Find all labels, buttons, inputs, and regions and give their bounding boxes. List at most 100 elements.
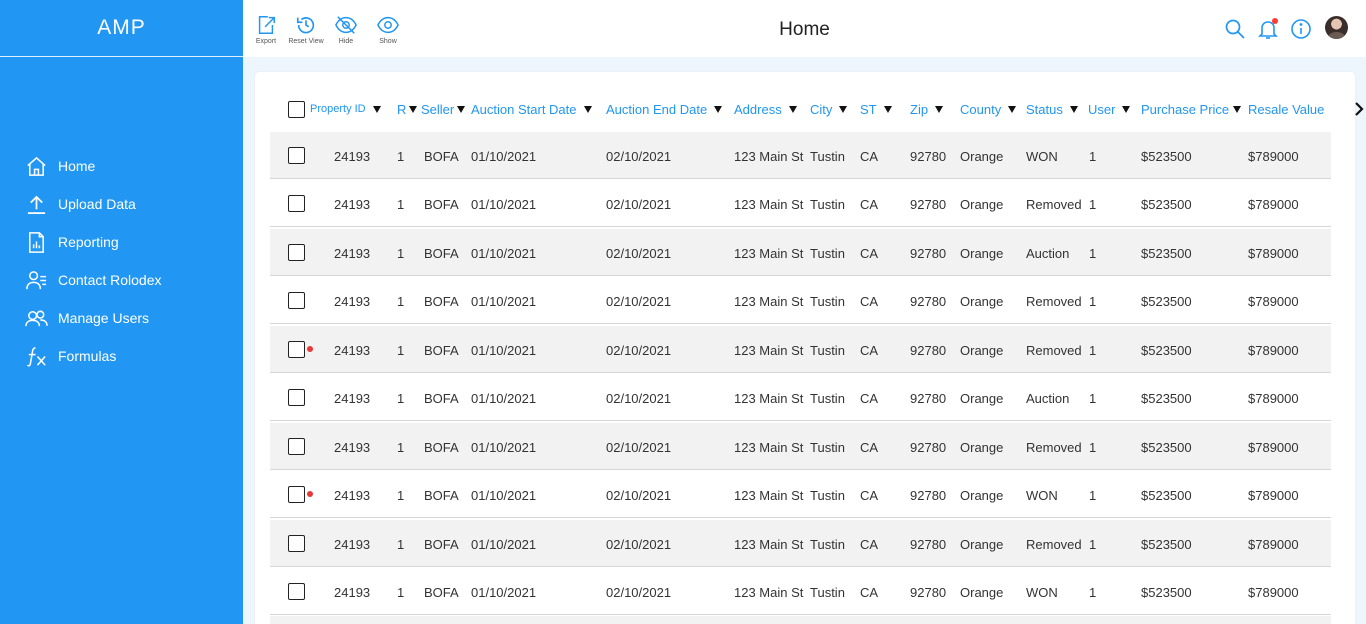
search-icon bbox=[1225, 19, 1245, 39]
export-button[interactable]: Export bbox=[251, 14, 281, 45]
flag-dot bbox=[307, 491, 313, 497]
hide-button[interactable]: Hide bbox=[331, 14, 361, 45]
sort-caret-icon bbox=[883, 105, 892, 113]
table-cell: Orange bbox=[960, 343, 1004, 358]
table-cell: Auction bbox=[1026, 391, 1070, 406]
table-cell: BOFA bbox=[424, 246, 459, 261]
scroll-right-arrow-icon[interactable] bbox=[1353, 101, 1365, 117]
row-checkbox[interactable] bbox=[288, 195, 305, 212]
table-row[interactable]: 24193 1 BOFA 01/10/2021 02/10/2021 123 Main S… bbox=[270, 180, 1331, 227]
table-cell: Orange bbox=[960, 149, 1004, 164]
table-cell: 1 bbox=[1089, 149, 1097, 164]
table-row[interactable]: 24193 1 BOFA 01/10/2021 02/10/2021 123 Main S… bbox=[270, 471, 1331, 518]
sidebar-item-formulas[interactable]: Formulas bbox=[0, 337, 243, 375]
sidebar-item-contact-rolodex[interactable]: Contact Rolodex bbox=[0, 261, 243, 299]
sidebar-item-label: Formulas bbox=[58, 348, 117, 364]
search-button[interactable] bbox=[1223, 17, 1247, 41]
reset-view-button[interactable]: Reset View bbox=[288, 14, 324, 45]
row-checkbox[interactable] bbox=[288, 292, 305, 309]
column-header[interactable]: City bbox=[810, 97, 848, 121]
sidebar-item-manage-users[interactable]: Manage Users bbox=[0, 299, 243, 337]
column-header[interactable]: Purchase Price bbox=[1141, 97, 1242, 121]
avatar[interactable] bbox=[1325, 16, 1348, 39]
table-cell: $789000 bbox=[1248, 585, 1299, 600]
table-cell: BOFA bbox=[424, 391, 459, 406]
column-header[interactable]: User bbox=[1088, 97, 1131, 121]
table-cell: 1 bbox=[1089, 294, 1097, 309]
table-row[interactable]: 24193 1 BOFA 01/10/2021 02/10/2021 123 Main S… bbox=[270, 326, 1331, 373]
table-row[interactable]: 24193 1 BOFA 01/10/2021 02/10/2021 123 Main S… bbox=[270, 520, 1331, 567]
column-header[interactable]: County bbox=[960, 97, 1017, 121]
row-checkbox[interactable] bbox=[288, 486, 305, 503]
table-cell: BOFA bbox=[424, 488, 459, 503]
column-header[interactable]: Resale Value bbox=[1248, 97, 1324, 121]
row-checkbox[interactable] bbox=[288, 389, 305, 406]
column-header[interactable]: Address bbox=[734, 97, 797, 121]
table-cell: 02/10/2021 bbox=[606, 488, 672, 503]
table-cell: CA bbox=[860, 149, 879, 164]
table-cell: 24193 bbox=[334, 537, 371, 552]
row-checkbox[interactable] bbox=[288, 535, 305, 552]
table-cell: 02/10/2021 bbox=[606, 246, 672, 261]
notification-badge bbox=[1272, 18, 1278, 24]
show-button[interactable]: Show bbox=[373, 14, 403, 45]
column-header[interactable]: Auction Start Date bbox=[471, 97, 592, 121]
table-cell: $523500 bbox=[1141, 246, 1192, 261]
table-cell: BOFA bbox=[424, 149, 459, 164]
table-row[interactable]: 24193 1 BOFA 01/10/2021 02/10/2021 123 Main S… bbox=[270, 374, 1331, 421]
row-checkbox[interactable] bbox=[288, 341, 305, 358]
column-header[interactable]: Zip bbox=[910, 97, 944, 121]
column-header[interactable]: Auction End Date bbox=[606, 97, 723, 121]
table-cell: 123 Main St bbox=[734, 246, 804, 261]
eye-off-icon bbox=[335, 16, 357, 34]
column-header[interactable]: Seller bbox=[421, 97, 466, 121]
table-cell: CA bbox=[860, 197, 879, 212]
select-all-checkbox[interactable] bbox=[288, 97, 305, 121]
notifications-button[interactable] bbox=[1256, 17, 1280, 41]
row-checkbox[interactable] bbox=[288, 438, 305, 455]
home-icon bbox=[25, 155, 48, 178]
table-row[interactable]: 24193 1 BOFA 01/10/2021 02/10/2021 123 Main S… bbox=[270, 423, 1331, 470]
sidebar-item-upload-data[interactable]: Upload Data bbox=[0, 185, 243, 223]
sidebar-item-reporting[interactable]: Reporting bbox=[0, 223, 243, 261]
table-cell: Tustin bbox=[810, 391, 845, 406]
table-cell: Orange bbox=[960, 488, 1004, 503]
column-header[interactable]: ST bbox=[860, 97, 892, 121]
table-cell: 02/10/2021 bbox=[606, 294, 672, 309]
table-cell: 02/10/2021 bbox=[606, 537, 672, 552]
table-row[interactable]: 24193 1 BOFA 01/10/2021 02/10/2021 123 Main S… bbox=[270, 568, 1331, 615]
table-cell: 123 Main St bbox=[734, 585, 804, 600]
table-row[interactable]: 24193 1 BOFA 01/10/2021 02/10/2021 123 Main S… bbox=[270, 277, 1331, 324]
table-cell: Orange bbox=[960, 391, 1004, 406]
row-checkbox[interactable] bbox=[288, 583, 305, 600]
table-cell: Auction bbox=[1026, 246, 1070, 261]
table-cell: $523500 bbox=[1141, 537, 1192, 552]
table-cell: 24193 bbox=[334, 197, 371, 212]
sidebar-item-label: Upload Data bbox=[58, 196, 136, 212]
table-cell: Tustin bbox=[810, 440, 845, 455]
table-cell: CA bbox=[860, 246, 879, 261]
brand-logo[interactable]: AMP bbox=[0, 0, 243, 57]
sort-caret-icon bbox=[1122, 105, 1131, 113]
table-cell: $523500 bbox=[1141, 197, 1192, 212]
sidebar-item-label: Manage Users bbox=[58, 310, 150, 326]
table-cell: 01/10/2021 bbox=[471, 440, 537, 455]
column-header[interactable]: Property ID bbox=[310, 97, 381, 121]
info-button[interactable] bbox=[1289, 17, 1313, 41]
table-cell: $523500 bbox=[1141, 343, 1192, 358]
sort-caret-icon bbox=[372, 105, 381, 113]
table-cell: Orange bbox=[960, 537, 1004, 552]
table-cell: 1 bbox=[1089, 197, 1097, 212]
table-cell: WON bbox=[1026, 149, 1058, 164]
column-header[interactable]: Status bbox=[1026, 97, 1078, 121]
row-checkbox[interactable] bbox=[288, 244, 305, 261]
sidebar-item-home[interactable]: Home bbox=[0, 147, 243, 185]
table-cell: Removed bbox=[1026, 343, 1082, 358]
table-row[interactable]: 24193 1 BOFA 01/10/2021 02/10/2021 123 Main S… bbox=[270, 229, 1331, 276]
table-cell: BOFA bbox=[424, 585, 459, 600]
row-checkbox[interactable] bbox=[288, 147, 305, 164]
table-cell: 1 bbox=[1089, 488, 1097, 503]
column-header[interactable]: R bbox=[397, 97, 418, 121]
table-row[interactable]: 24193 1 BOFA 01/10/2021 02/10/2021 123 Main S… bbox=[270, 132, 1331, 179]
table-cell: 123 Main St bbox=[734, 537, 804, 552]
